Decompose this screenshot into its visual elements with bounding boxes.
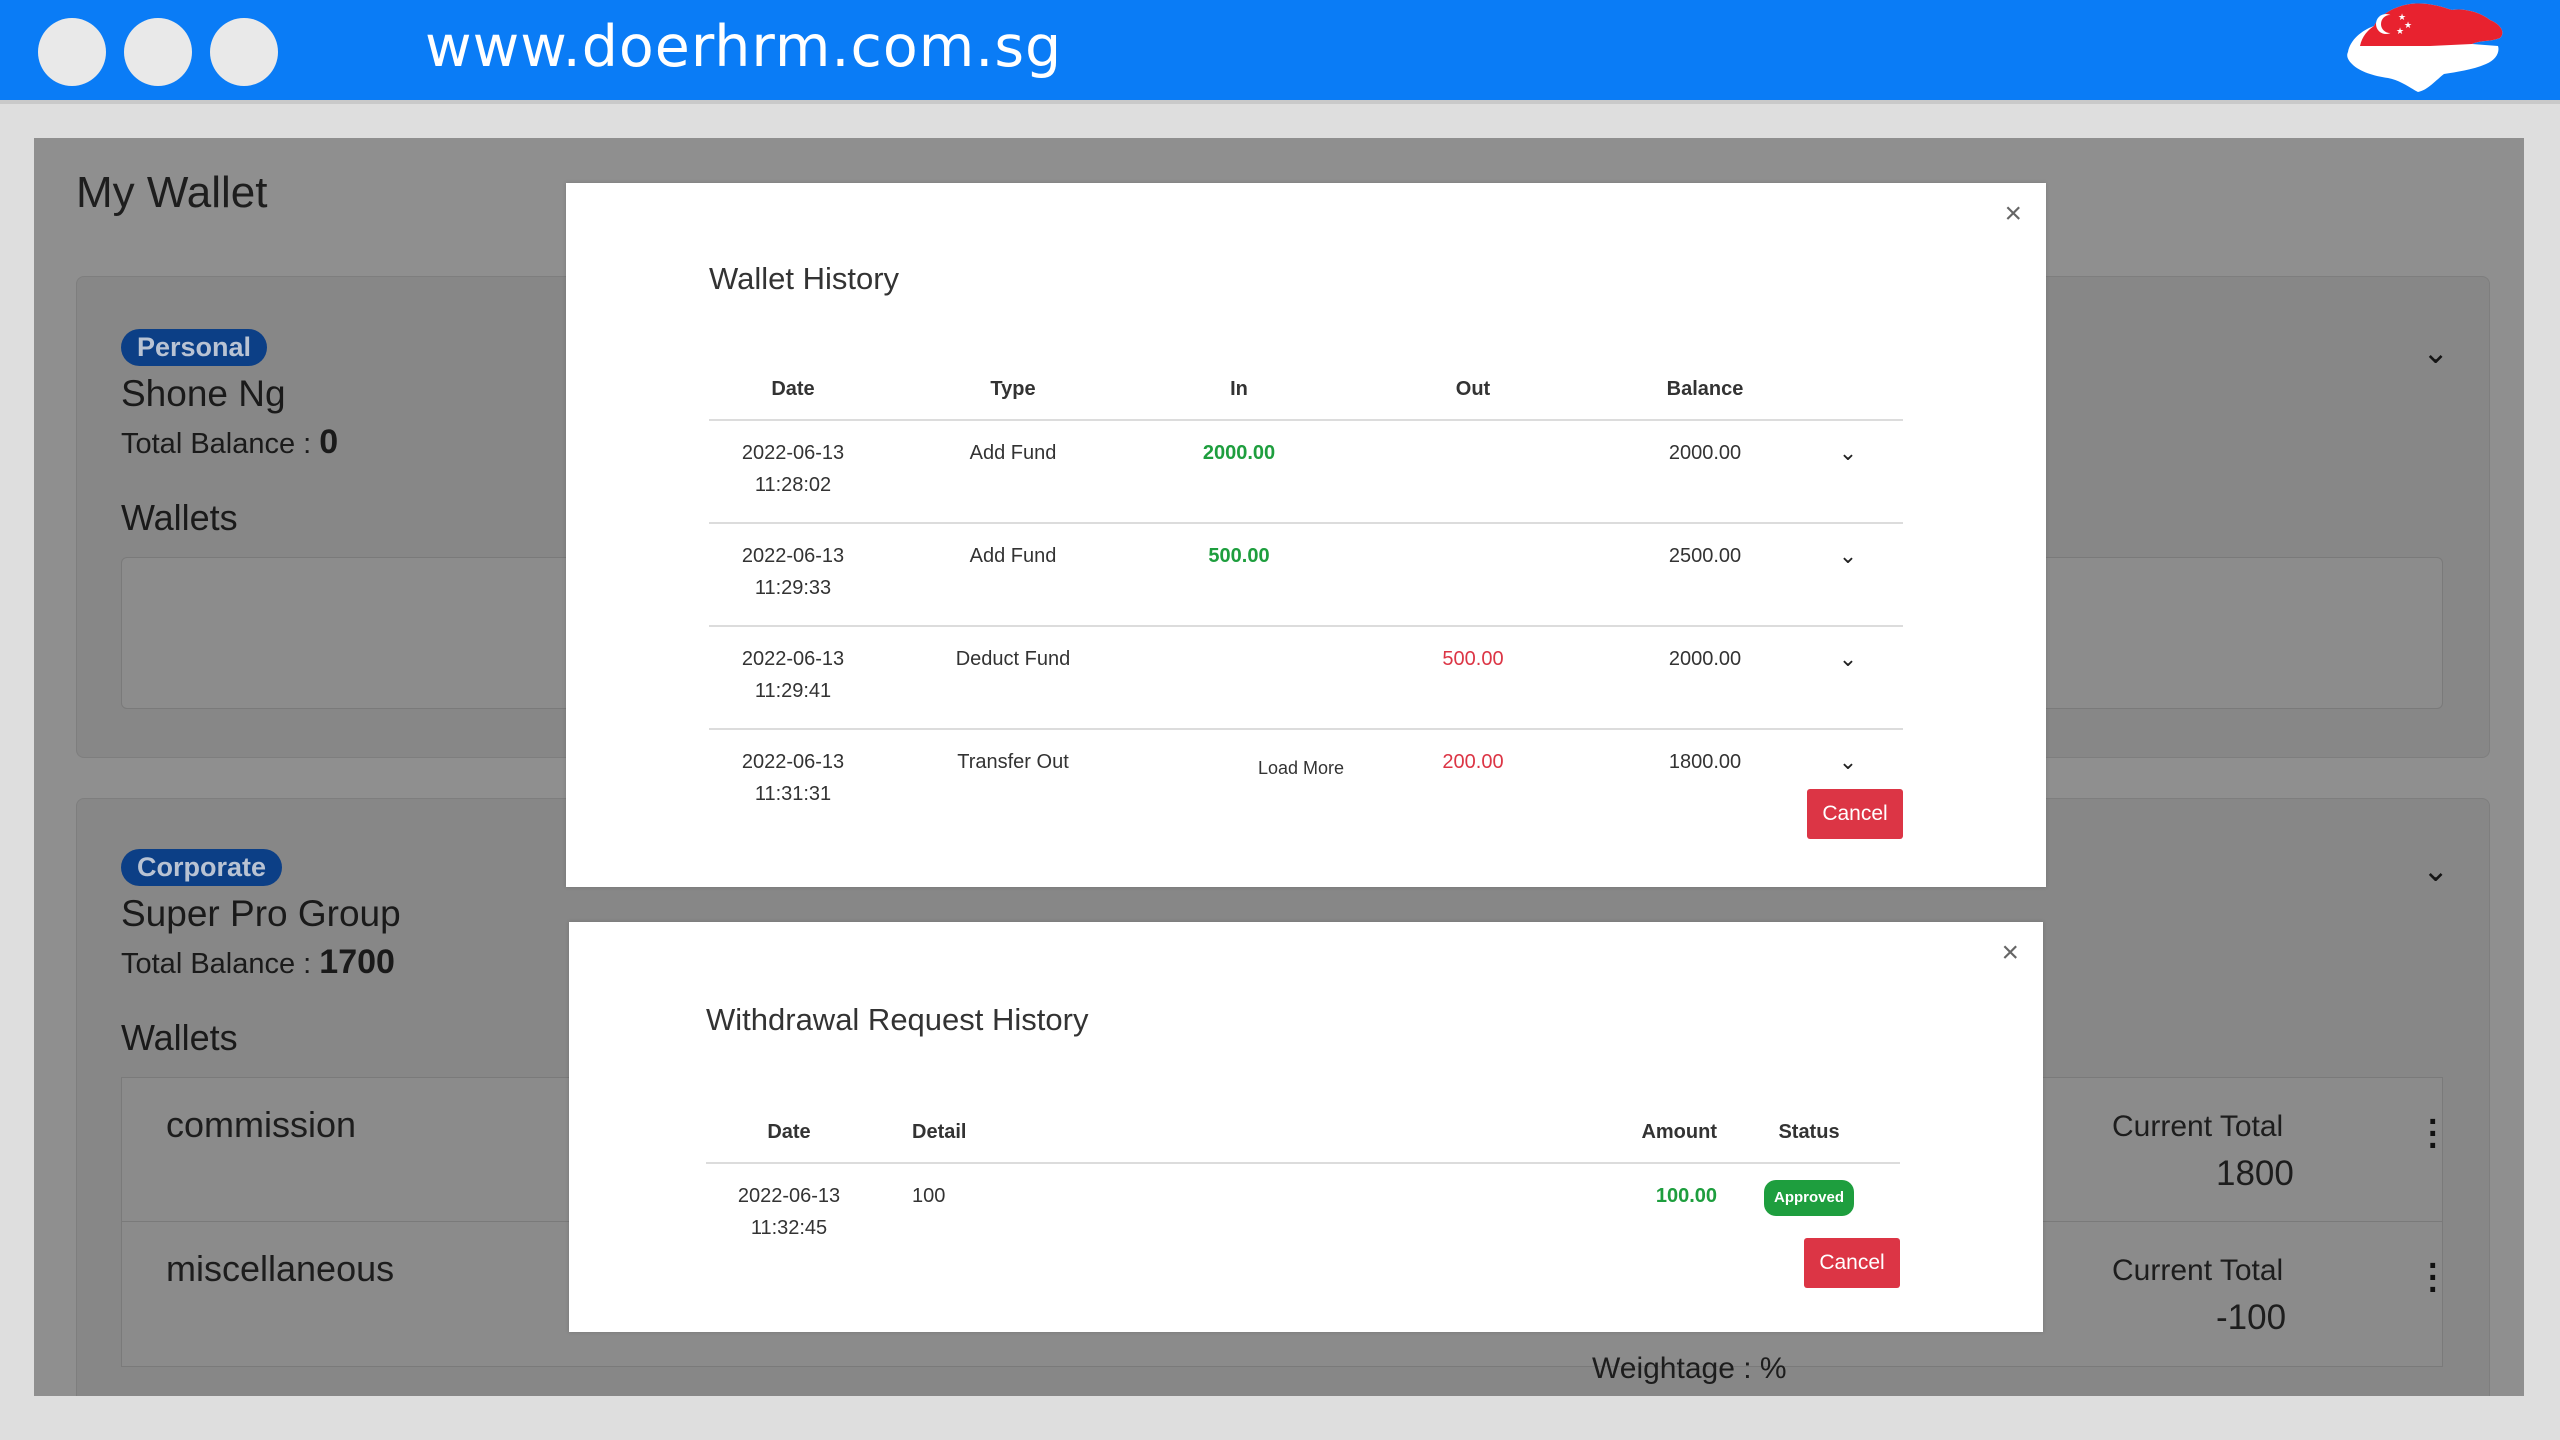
total-balance: Total Balance : 0 (121, 423, 338, 462)
type-cell: Transfer Out (957, 751, 1069, 773)
close-icon[interactable]: × (2001, 936, 2019, 970)
time: 11:29:41 (754, 680, 832, 702)
modal-title: Wallet History (709, 261, 900, 296)
current-total-label: Current Total (2112, 1110, 2284, 1143)
withdrawal-history-modal: × Withdrawal Request History Date Detail… (569, 922, 2043, 1332)
more-options-icon[interactable]: · · · (2428, 1105, 2439, 1163)
time: 11:32:45 (750, 1217, 828, 1239)
account-name: Super Pro Group (121, 893, 401, 934)
out-cell: 500.00 (1329, 626, 1617, 730)
current-total-label: Current Total (2112, 1254, 2284, 1287)
total-balance-value: 0 (319, 423, 339, 461)
total-balance: Total Balance : 1700 (121, 943, 395, 982)
close-icon[interactable]: × (2004, 197, 2022, 231)
current-total-value: -100 (2216, 1298, 2287, 1337)
personal-badge: Personal (121, 329, 268, 366)
table-header-row: Date Type In Out Balance (709, 359, 1903, 421)
column-header-balance: Balance (1617, 359, 1793, 421)
total-balance-label: Total Balance : (121, 948, 312, 980)
account-name: Shone Ng (121, 373, 286, 414)
balance-cell: 2000.00 (1617, 420, 1793, 524)
time: 11:29:33 (754, 577, 832, 599)
window-dot-3 (210, 18, 278, 86)
column-header-status: Status (1718, 1102, 1900, 1164)
detail-cell: 100 (912, 1185, 946, 1207)
wallets-heading: Wallets (121, 1017, 238, 1058)
column-header-out: Out (1329, 359, 1617, 421)
url-text: www.doerhrm.com.sg (425, 14, 1063, 80)
status-badge: Approved (1763, 1180, 1854, 1216)
modal-title: Withdrawal Request History (706, 1002, 1089, 1037)
wallet-name: miscellaneous (166, 1248, 395, 1289)
time: 11:31:31 (754, 783, 832, 805)
window-dot-2 (124, 18, 192, 86)
type-cell: Add Fund (877, 523, 1149, 627)
date: 2022-06-13 (741, 648, 845, 670)
column-header-date: Date (706, 1102, 872, 1164)
date-cell: 2022-06-13 11:29:41 (709, 626, 877, 730)
in-cell: 2000.00 (1149, 420, 1329, 524)
chevron-down-icon[interactable]: ⌄ (1793, 420, 1903, 524)
chevron-down-icon[interactable]: ⌄ (2422, 851, 2449, 889)
page-title: My Wallet (76, 168, 268, 217)
date-cell: 2022-06-13 11:29:33 (709, 523, 877, 627)
chevron-down-icon[interactable]: ⌄ (1793, 626, 1903, 730)
time: 11:28:02 (754, 474, 832, 496)
table-header-row: Date Detail Amount Status (706, 1102, 1900, 1164)
in-cell (1149, 729, 1329, 831)
balance-cell: 2000.00 (1617, 626, 1793, 730)
cancel-button[interactable]: Cancel (1804, 1238, 1900, 1288)
total-balance-value: 1700 (319, 943, 395, 981)
column-header-detail: Detail (872, 1102, 1434, 1164)
in-cell: 500.00 (1149, 523, 1329, 627)
date: 2022-06-13 (741, 545, 845, 567)
column-header-type: Type (877, 359, 1149, 421)
date: 2022-06-13 (741, 751, 845, 773)
singapore-map-flag-icon: ★ ★ ★ (2347, 3, 2503, 93)
table-row[interactable]: 2022-06-13 11:29:33 Add Fund 500.00 2500.… (709, 523, 1903, 627)
out-cell (1329, 523, 1617, 627)
column-header-in: In (1149, 359, 1329, 421)
type-cell: Deduct Fund (877, 626, 1149, 730)
svg-text:★: ★ (2404, 20, 2412, 30)
more-options-icon[interactable]: · · · (2428, 1249, 2439, 1307)
browser-header: www.doerhrm.com.sg ★ ★ ★ (0, 0, 2560, 100)
date-cell: 2022-06-13 11:32:45 (706, 1163, 872, 1265)
table-row[interactable]: 2022-06-13 11:28:02 Add Fund 2000.00 2000… (709, 420, 1903, 524)
total-balance-label: Total Balance : (121, 428, 312, 460)
column-header-expand (1793, 359, 1903, 421)
date: 2022-06-13 (737, 1185, 841, 1207)
date: 2022-06-13 (741, 442, 845, 464)
in-cell (1149, 626, 1329, 730)
wallets-heading: Wallets (121, 497, 238, 538)
withdrawal-history-table: Date Detail Amount Status 2022-06-13 11:3… (706, 1102, 1900, 1265)
current-total-value: 1800 (2216, 1154, 2294, 1193)
window-dot-1 (38, 18, 106, 86)
date-cell: 2022-06-13 11:31:31 (709, 729, 877, 831)
column-header-date: Date (709, 359, 877, 421)
load-more-link[interactable]: Load More (1258, 758, 1344, 779)
date-cell: 2022-06-13 11:28:02 (709, 420, 877, 524)
cancel-button[interactable]: Cancel (1807, 789, 1903, 839)
type-cell: Add Fund (877, 420, 1149, 524)
amount-cell: 100.00 (1655, 1185, 1717, 1207)
table-row[interactable]: 2022-06-13 11:31:31 Transfer Out 200.00 1… (709, 729, 1903, 831)
chevron-down-icon[interactable]: ⌄ (2422, 333, 2449, 371)
svg-text:★: ★ (2396, 26, 2404, 36)
column-header-amount: Amount (1434, 1102, 1718, 1164)
out-cell: 200.00 (1442, 751, 1504, 773)
table-row[interactable]: 2022-06-13 11:32:45 100 100.00 Approved (706, 1163, 1900, 1265)
wallet-name: commission (166, 1104, 357, 1145)
balance-cell: 1800.00 (1668, 751, 1742, 773)
chevron-down-icon[interactable]: ⌄ (1793, 523, 1903, 627)
corporate-badge: Corporate (121, 849, 283, 886)
weightage-text: Weightage : % (1592, 1352, 1787, 1385)
balance-cell: 2500.00 (1617, 523, 1793, 627)
out-cell (1329, 420, 1617, 524)
wallet-history-modal: × Wallet History Date Type In Out Balanc… (566, 183, 2046, 887)
header-divider (0, 100, 2560, 104)
table-row[interactable]: 2022-06-13 11:29:41 Deduct Fund 500.00 20… (709, 626, 1903, 730)
